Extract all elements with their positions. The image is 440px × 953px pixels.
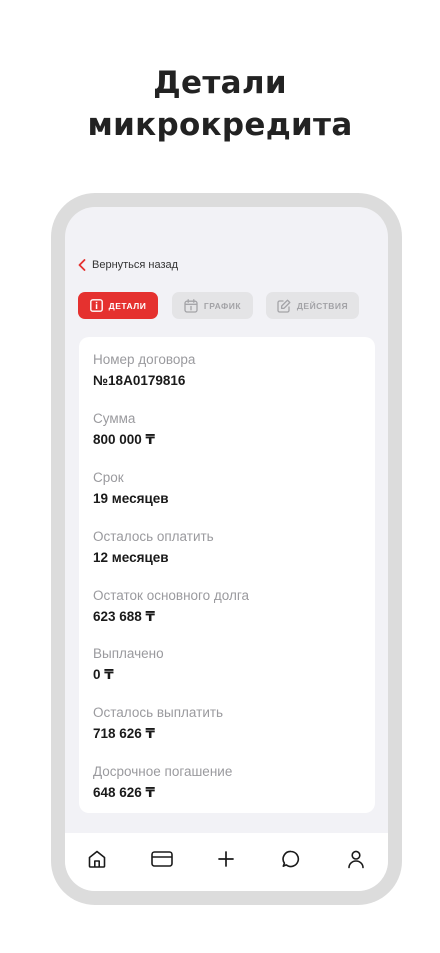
tab-actions[interactable]: ДЕЙСТВИЯ — [266, 292, 359, 319]
tab-actions-label: ДЕЙСТВИЯ — [296, 300, 349, 311]
app-screen: Вернуться назад ДЕТАЛИ ГРАФИК ДЕЙСТВИЯ Н… — [65, 207, 388, 891]
detail-value: 800 000 ₸ — [93, 432, 155, 447]
detail-value: 12 месяцев — [93, 550, 169, 565]
detail-label: Сумма — [93, 411, 136, 426]
detail-row-principal-balance: Остаток основного долга 623 688 ₸ — [93, 588, 249, 625]
detail-row-paid: Выплачено 0 ₸ — [93, 646, 164, 683]
detail-value: 718 626 ₸ — [93, 726, 155, 741]
profile-icon — [347, 850, 364, 869]
edit-icon — [277, 299, 291, 313]
plus-icon — [218, 851, 235, 867]
detail-label: Выплачено — [93, 646, 164, 661]
chevron-left-icon — [78, 259, 86, 271]
tab-details[interactable]: ДЕТАЛИ — [78, 292, 158, 319]
detail-value: 623 688 ₸ — [93, 609, 155, 624]
detail-row-contract: Номер договора №18А0179816 — [93, 352, 195, 389]
promo-headline: Детали микрокредита — [0, 62, 440, 146]
detail-value: 0 ₸ — [93, 667, 114, 682]
detail-label: Осталось выплатить — [93, 705, 224, 720]
detail-row-early-repayment: Досрочное погашение 648 626 ₸ — [93, 764, 232, 801]
phone-frame: Вернуться назад ДЕТАЛИ ГРАФИК ДЕЙСТВИЯ Н… — [51, 193, 402, 905]
headline-line-2: микрокредита — [87, 107, 353, 143]
detail-value: №18А0179816 — [93, 373, 186, 388]
detail-row-amount: Сумма 800 000 ₸ — [93, 411, 155, 448]
tab-details-label: ДЕТАЛИ — [108, 300, 147, 311]
back-label: Вернуться назад — [92, 259, 179, 271]
detail-value: 648 626 ₸ — [93, 785, 155, 800]
detail-row-remaining-payment: Осталось выплатить 718 626 ₸ — [93, 705, 223, 742]
detail-label: Номер договора — [93, 352, 196, 367]
card-icon — [151, 851, 173, 867]
tab-schedule-label: ГРАФИК — [203, 300, 242, 311]
detail-label: Срок — [93, 470, 124, 485]
back-button[interactable]: Вернуться назад — [78, 257, 178, 273]
tab-schedule[interactable]: ГРАФИК — [172, 292, 253, 319]
nav-cards-button[interactable] — [142, 839, 182, 879]
detail-value: 19 месяцев — [93, 491, 169, 506]
detail-label: Осталось оплатить — [93, 529, 214, 544]
nav-chat-button[interactable] — [271, 839, 311, 879]
info-icon — [89, 299, 103, 312]
chat-icon — [282, 850, 300, 868]
detail-label: Досрочное погашение — [93, 764, 233, 779]
detail-label: Остаток основного долга — [93, 588, 250, 603]
detail-row-term: Срок 19 месяцев — [93, 470, 169, 507]
loan-details-card: Номер договора №18А0179816 Сумма 800 000… — [79, 337, 375, 813]
nav-profile-button[interactable] — [336, 839, 376, 879]
calendar-icon — [184, 298, 198, 313]
home-icon — [88, 850, 106, 868]
nav-home-button[interactable] — [77, 839, 117, 879]
detail-tabs: ДЕТАЛИ ГРАФИК ДЕЙСТВИЯ — [78, 292, 378, 319]
detail-row-remaining-months: Осталось оплатить 12 месяцев — [93, 529, 214, 566]
nav-add-button[interactable] — [206, 839, 246, 879]
headline-line-1: Детали — [153, 65, 287, 101]
bottom-navigation — [65, 833, 388, 891]
